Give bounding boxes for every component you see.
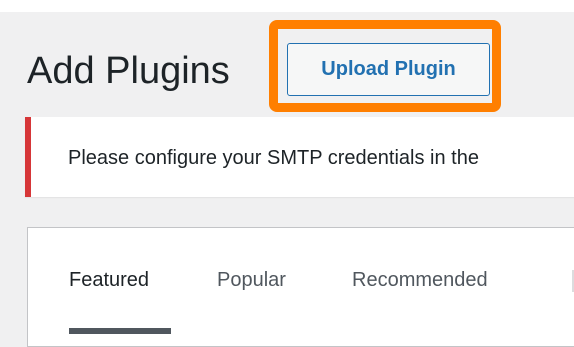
tab-featured[interactable]: Featured <box>69 268 149 292</box>
smtp-error-notice: Please configure your SMTP credentials i… <box>25 117 574 197</box>
tab-recommended[interactable]: Recommended <box>352 268 488 292</box>
admin-top-band <box>0 0 574 12</box>
page-title: Add Plugins <box>27 50 230 92</box>
notice-message: Please configure your SMTP credentials i… <box>68 147 479 169</box>
upload-plugin-button[interactable]: Upload Plugin <box>287 43 490 96</box>
tab-popular[interactable]: Popular <box>217 268 286 292</box>
current-tab-indicator <box>69 328 171 334</box>
plugin-filter-tabs: Featured Popular Recommended <box>27 227 574 347</box>
